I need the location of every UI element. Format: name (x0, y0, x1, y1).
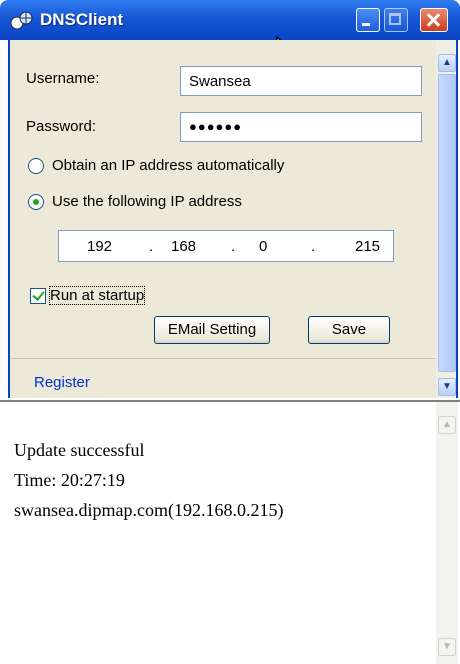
network-globe-icon (10, 11, 33, 30)
chevron-down-icon: ▼ (442, 641, 452, 652)
title-bar[interactable]: DNSClient (0, 0, 460, 40)
chevron-up-icon: ▲ (442, 57, 452, 68)
scroll-down-button[interactable]: ▼ (438, 378, 456, 396)
ip-dot: . (149, 238, 154, 255)
run-at-startup-label[interactable]: Run at startup (48, 286, 146, 305)
password-label: Password: (26, 118, 97, 135)
ip-dot: . (311, 238, 316, 255)
settings-panel: Username: Swansea Password: ●●●●●● Obtai… (8, 40, 436, 398)
password-field[interactable]: ●●●●●● (180, 112, 422, 142)
email-setting-button[interactable]: EMail Setting (154, 316, 270, 344)
divider (10, 358, 436, 359)
save-button[interactable]: Save (308, 316, 390, 344)
radio-auto-label: Obtain an IP address automatically (52, 157, 285, 174)
output-scrollbar[interactable]: ▲ ▼ (436, 402, 458, 664)
status-output-pane[interactable]: Update successful Time: 20:27:19 swansea… (0, 400, 460, 664)
username-label: Username: (26, 70, 100, 87)
scroll-down-button[interactable]: ▼ (438, 638, 456, 656)
chevron-up-icon: ▲ (442, 419, 452, 430)
radio-obtain-automatically[interactable] (28, 158, 44, 174)
minimize-button[interactable] (356, 8, 380, 32)
close-button[interactable] (420, 8, 448, 32)
ip-address-field[interactable]: 192 . 168 . 0 . 215 (58, 230, 394, 262)
register-link[interactable]: Register (34, 374, 90, 391)
output-line: Update successful (14, 440, 145, 460)
ip-octet-2[interactable]: 168 (171, 238, 196, 255)
output-line: swansea.dipmap.com(192.168.0.215) (14, 500, 284, 520)
username-field[interactable]: Swansea (180, 66, 422, 96)
scroll-up-button[interactable]: ▲ (438, 54, 456, 72)
maximize-button[interactable] (384, 8, 408, 32)
chevron-down-icon: ▼ (442, 381, 452, 392)
ip-dot: . (231, 238, 236, 255)
ip-octet-4[interactable]: 215 (355, 238, 380, 255)
output-line: Time: 20:27:19 (14, 470, 125, 490)
ip-octet-3[interactable]: 0 (259, 238, 267, 255)
scroll-thumb[interactable] (438, 74, 456, 372)
scroll-up-button[interactable]: ▲ (438, 416, 456, 434)
settings-scrollbar[interactable]: ▲ ▼ (436, 40, 458, 398)
radio-use-following-ip[interactable] (28, 194, 44, 210)
radio-manual-label: Use the following IP address (52, 193, 242, 210)
run-at-startup-checkbox[interactable] (30, 288, 46, 304)
window-title: DNSClient (40, 10, 124, 29)
ip-octet-1[interactable]: 192 (87, 238, 112, 255)
